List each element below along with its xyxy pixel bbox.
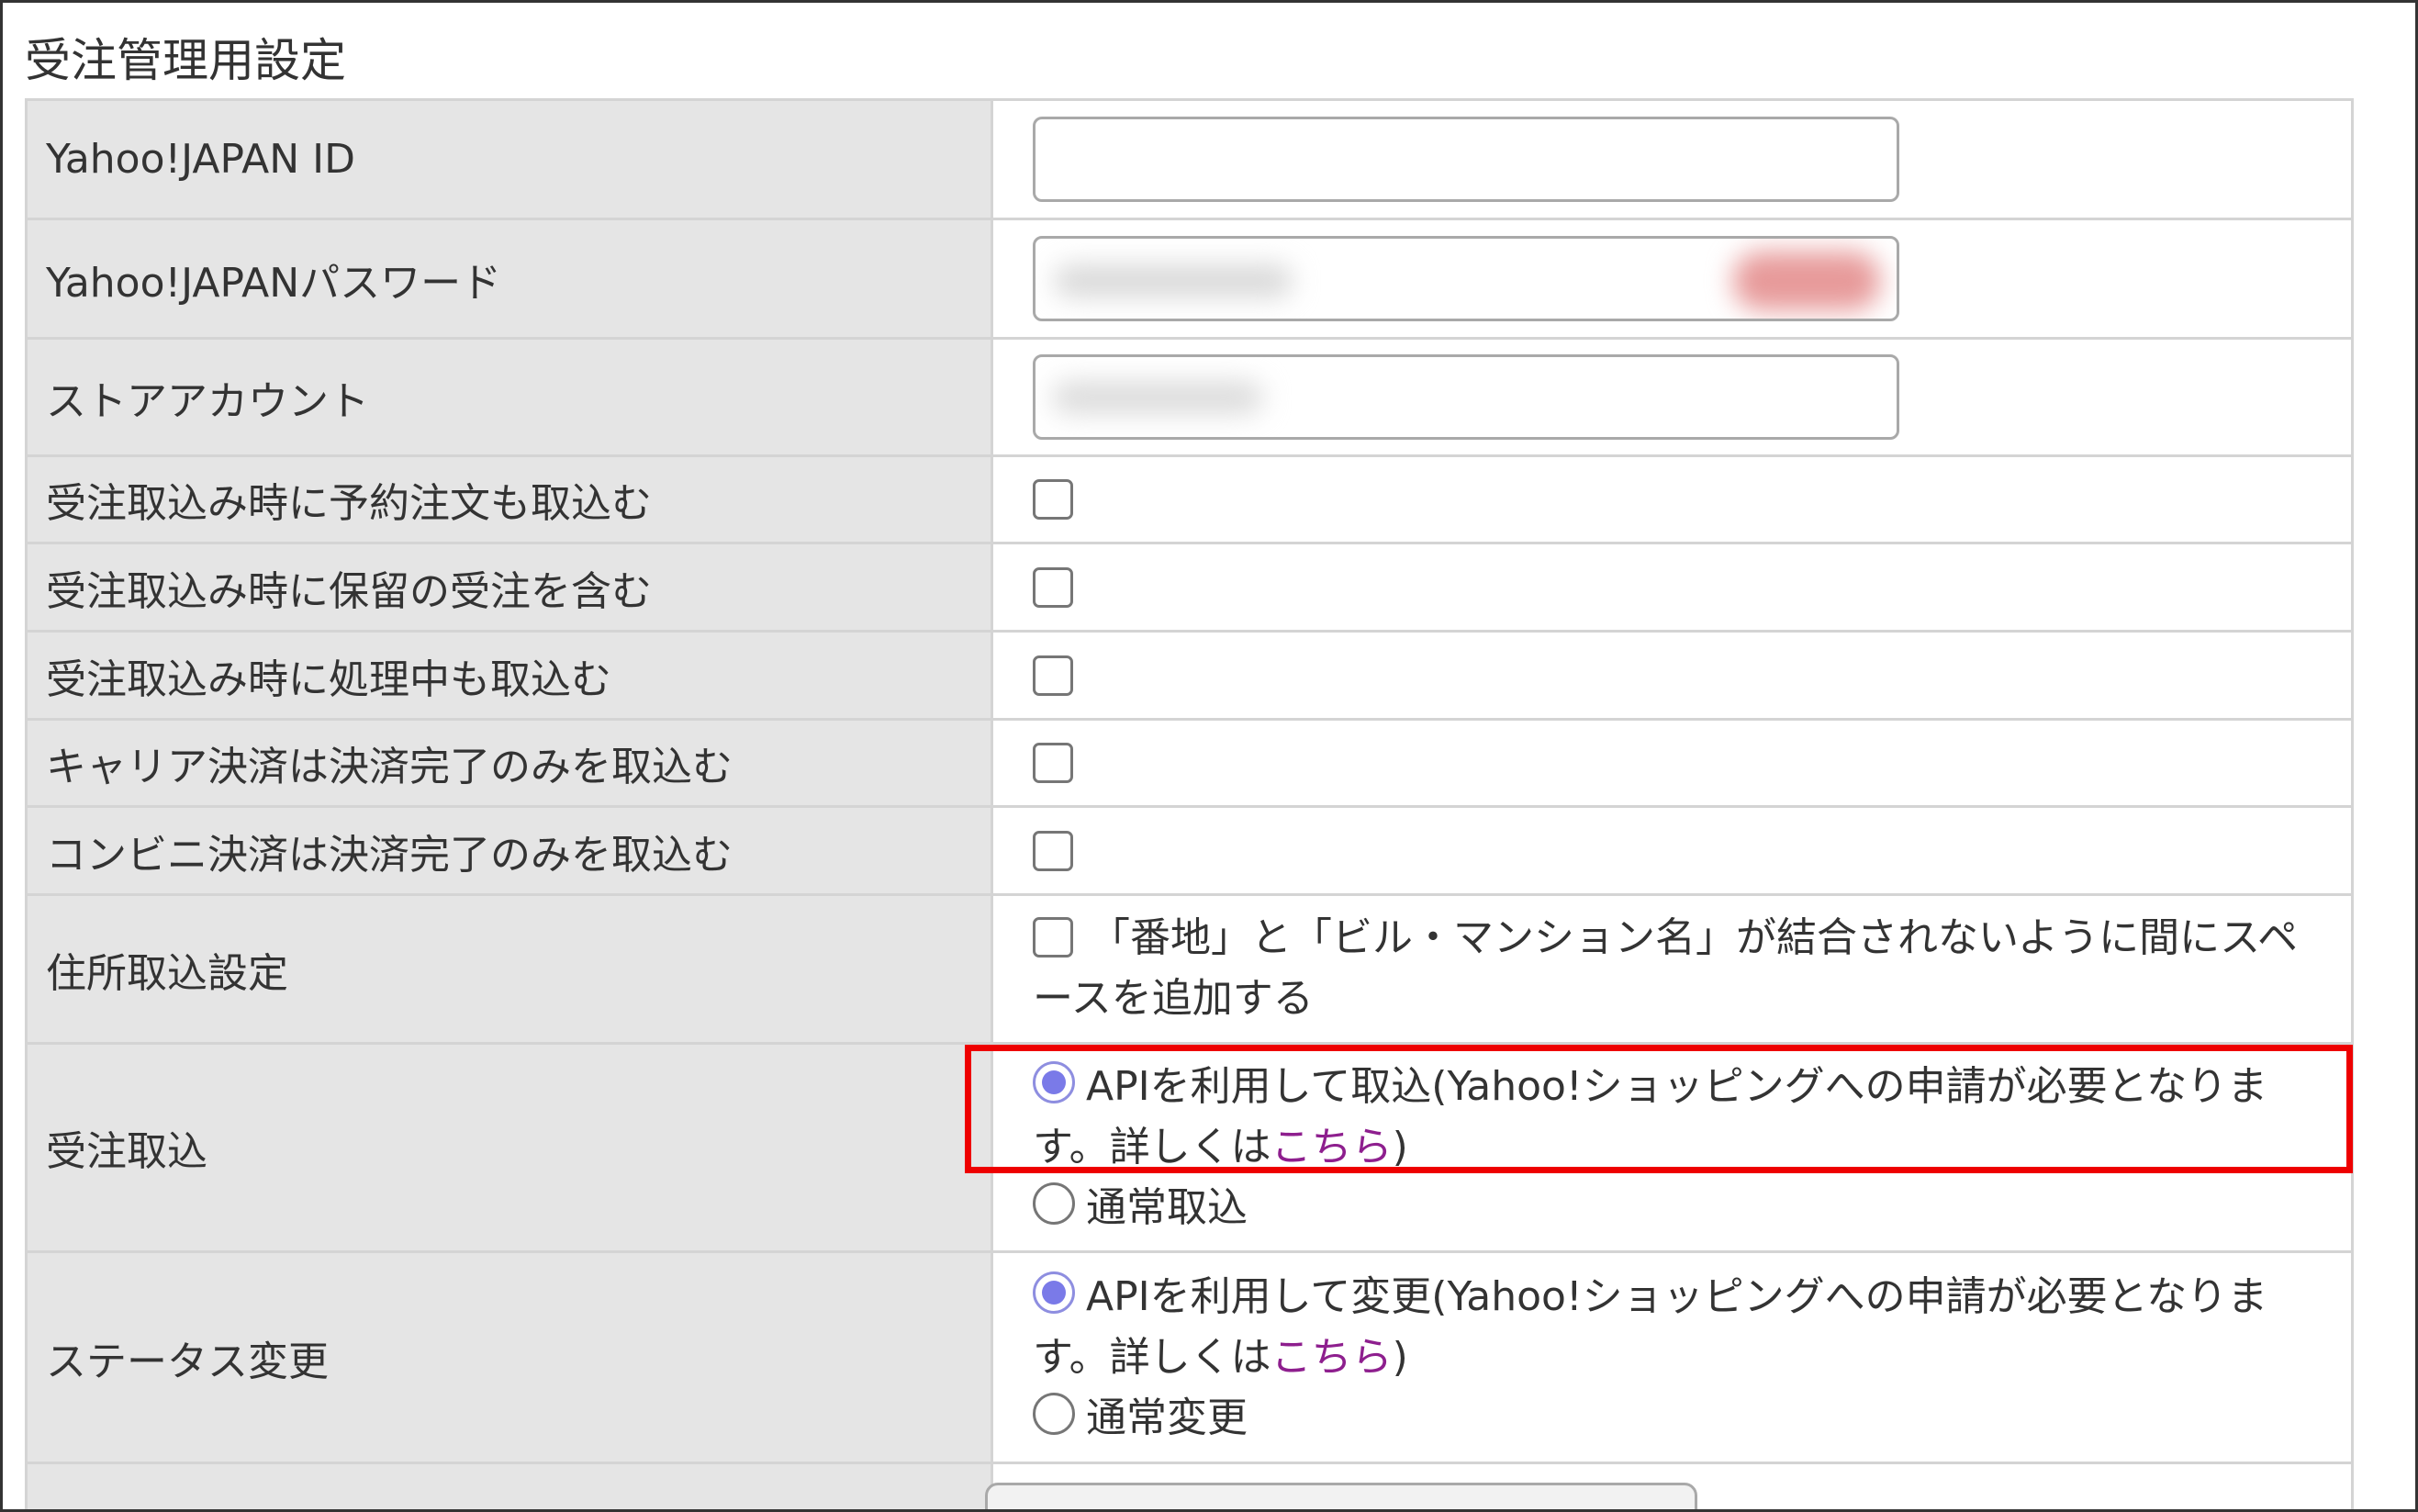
store-account-label: ストアアカウント (25, 337, 993, 457)
carrier-checkbox[interactable] (1033, 743, 1073, 783)
settings-panel: 受注管理用設定 Yahoo!JAPAN ID Yahoo!JAPANパスワード … (0, 0, 2418, 1512)
order-import-api-radio[interactable] (1033, 1061, 1075, 1103)
table-row: キャリア決済は決済完了のみを取込む (25, 718, 2354, 808)
address-option-text: 「番地」と「ビル・マンション名」が結合されないように間にスペースを追加する (1033, 913, 2299, 1022)
table-row: コンビニ決済は決済完了のみを取込む (25, 805, 2354, 896)
order-import-api-text: APIを利用して取込(Yahoo!ショッピングへの申請が必要となります。詳しくは (1033, 1063, 2268, 1170)
status-change-api-suffix: ) (1392, 1333, 1408, 1381)
status-change-label: ステータス変更 (25, 1250, 993, 1464)
status-change-api-radio[interactable] (1033, 1271, 1075, 1314)
store-account-input[interactable] (1033, 354, 1899, 440)
processing-checkbox[interactable] (1033, 655, 1073, 696)
yahoo-id-label: Yahoo!JAPAN ID (25, 98, 993, 220)
status-change-normal-text: 通常変更 (1086, 1394, 1248, 1441)
hold-label: 受注取込み時に保留の受注を含む (25, 542, 993, 633)
table-row: 受注取込み時に予約注文も取込む (25, 454, 2354, 544)
reserve-checkbox[interactable] (1033, 479, 1073, 520)
yahoo-password-input[interactable] (1033, 236, 1899, 321)
table-row: 受注取込 APIを利用して取込(Yahoo!ショッピングへの申請が必要となります… (25, 1042, 2354, 1253)
status-change-api-option[interactable]: APIを利用して変更(Yahoo!ショッピングへの申請が必要となります。詳しくは… (993, 1267, 2351, 1388)
redacted-value (1052, 381, 1263, 414)
address-label: 住所取込設定 (25, 893, 993, 1045)
table-row: ストアアカウント (25, 337, 2354, 457)
order-import-normal-radio[interactable] (1033, 1182, 1075, 1225)
settings-table: Yahoo!JAPAN ID Yahoo!JAPANパスワード ストアアカウント (25, 98, 2354, 1509)
table-row: 住所取込設定 「番地」と「ビル・マンション名」が結合されないように間にスペースを… (25, 893, 2354, 1045)
redacted-value (1054, 264, 1293, 297)
hold-checkbox[interactable] (1033, 566, 1073, 608)
status-change-normal-radio[interactable] (1033, 1392, 1075, 1435)
convenience-label: コンビニ決済は決済完了のみを取込む (25, 805, 993, 896)
redacted-value (1733, 252, 1880, 310)
table-row: 受注取込み時に保留の受注を含む (25, 542, 2354, 633)
order-import-api-suffix: ) (1392, 1124, 1408, 1170)
table-row: Yahoo!JAPANパスワード (25, 218, 2354, 340)
status-change-api-text: APIを利用して変更(Yahoo!ショッピングへの申請が必要となります。詳しくは (1033, 1272, 2268, 1381)
yahoo-password-label: Yahoo!JAPANパスワード (25, 218, 993, 340)
cut-off-label (25, 1462, 993, 1509)
carrier-label: キャリア決済は決済完了のみを取込む (25, 718, 993, 808)
table-row: 受注取込み時に処理中も取込む (25, 630, 2354, 721)
order-import-details-link[interactable]: こちら (1271, 1124, 1393, 1170)
order-import-label: 受注取込 (25, 1042, 993, 1253)
yahoo-id-input[interactable] (1033, 117, 1899, 202)
status-change-details-link[interactable]: こちら (1271, 1334, 1393, 1381)
convenience-checkbox[interactable] (1033, 830, 1073, 871)
address-space-checkbox[interactable] (1033, 916, 1073, 958)
table-row: Yahoo!JAPAN ID (25, 98, 2354, 220)
table-row: ステータス変更 APIを利用して変更(Yahoo!ショッピングへの申請が必要とな… (25, 1250, 2354, 1464)
status-change-normal-option[interactable]: 通常変更 (993, 1388, 2351, 1449)
processing-label: 受注取込み時に処理中も取込む (25, 630, 993, 721)
order-import-normal-text: 通常取込 (1086, 1184, 1248, 1231)
order-import-api-option[interactable]: APIを利用して取込(Yahoo!ショッピングへの申請が必要となります。詳しくは… (993, 1057, 2351, 1178)
cut-off-button[interactable] (985, 1483, 1697, 1509)
section-title: 受注管理用設定 (25, 34, 346, 87)
reserve-label: 受注取込み時に予約注文も取込む (25, 454, 993, 544)
order-import-normal-option[interactable]: 通常取込 (993, 1178, 2351, 1238)
